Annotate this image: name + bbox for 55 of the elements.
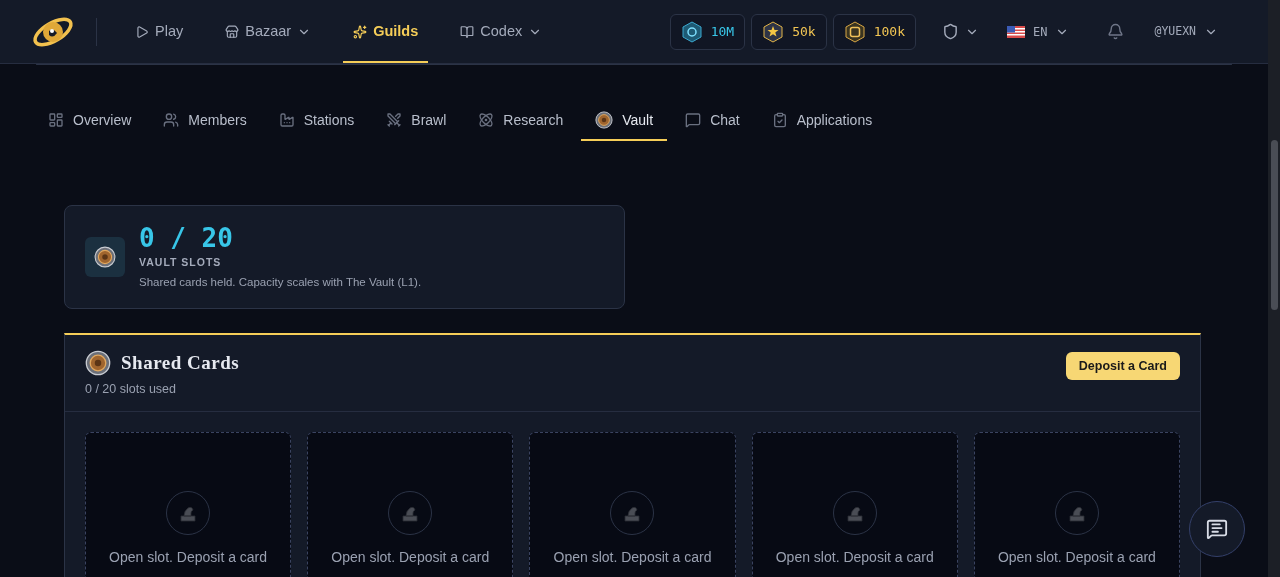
coin-icon	[595, 111, 614, 129]
tab[interactable]: Research	[464, 101, 578, 141]
nav-link[interactable]: Codex	[450, 0, 553, 63]
empty-slot[interactable]: Open slot. Deposit a card	[85, 432, 292, 577]
coin-icon	[85, 350, 111, 377]
slot-text: Open slot. Deposit a card	[109, 548, 268, 567]
nav-link[interactable]: Bazaar	[215, 0, 322, 63]
flag-icon	[1007, 25, 1025, 38]
store-icon	[225, 24, 240, 39]
star-icon	[762, 20, 785, 43]
language-dropdown[interactable]: EN	[1007, 22, 1070, 41]
coin-icon	[94, 246, 116, 268]
brawl-icon	[386, 112, 403, 128]
user-menu[interactable]: @YUEXN	[1154, 22, 1218, 41]
tab[interactable]: Overview	[48, 101, 146, 141]
overview-icon	[48, 112, 64, 128]
empty-slot[interactable]: Open slot. Deposit a card	[529, 432, 736, 577]
stat-label: VAULT SLOTS	[139, 255, 223, 270]
tab[interactable]: Members	[149, 101, 261, 141]
deposit-button[interactable]: Deposit a Card	[1065, 352, 1180, 380]
stations-icon	[278, 112, 295, 128]
empty-slot[interactable]: Open slot. Deposit a card	[307, 432, 514, 577]
tab[interactable]: Vault	[581, 101, 668, 141]
chat-icon	[1206, 518, 1228, 540]
coin-icon	[843, 20, 866, 43]
slot-text: Open slot. Deposit a card	[775, 548, 934, 567]
stat-description: Shared cards held. Capacity scales with The Vault (L1).	[139, 274, 422, 290]
nav-link[interactable]: Play	[125, 0, 194, 63]
crystal-icon	[680, 20, 703, 43]
scrollbar[interactable]	[1268, 0, 1280, 577]
members-icon	[163, 112, 180, 128]
empty-slot[interactable]: Open slot. Deposit a card	[751, 432, 958, 577]
currency-balance[interactable]: 10M	[669, 13, 746, 50]
slot-text: Open slot. Deposit a card	[553, 548, 712, 567]
panel-subtitle: 0 / 20 slots used	[85, 380, 178, 398]
research-icon	[478, 112, 495, 128]
notifications-icon[interactable]	[1107, 23, 1125, 40]
applications-icon	[771, 112, 788, 128]
tab[interactable]: Applications	[757, 101, 887, 141]
shield-icon	[942, 23, 959, 40]
tab[interactable]: Brawl	[372, 101, 461, 141]
empty-slot[interactable]: Open slot. Deposit a card	[973, 432, 1180, 577]
slot-text: Open slot. Deposit a card	[997, 548, 1156, 567]
panel-title: Shared Cards	[121, 351, 240, 375]
currency-balance[interactable]: 100k	[832, 13, 916, 50]
tab[interactable]: Chat	[671, 101, 754, 141]
tab[interactable]: Stations	[264, 101, 369, 141]
chat-icon	[685, 112, 702, 128]
book-icon	[460, 24, 475, 39]
slot-text: Open slot. Deposit a card	[331, 548, 490, 567]
play-icon	[135, 24, 149, 39]
stat-value: 0 / 20	[139, 223, 234, 253]
guard-dropdown[interactable]	[942, 23, 979, 40]
chat-button[interactable]	[1189, 501, 1245, 557]
currency-balance[interactable]: 50k	[751, 13, 827, 50]
